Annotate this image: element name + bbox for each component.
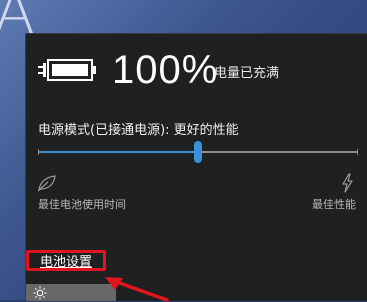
battery-flyout: 100% 电量已充满 电源模式(已接通电源): 更好的性能 最佳电池使用时间 最… bbox=[25, 33, 367, 302]
slider-min-label: 最佳电池使用时间 bbox=[38, 198, 126, 211]
battery-settings-link[interactable]: 电池设置 bbox=[26, 250, 106, 271]
brightness-sun-icon bbox=[33, 286, 47, 300]
battery-full-icon bbox=[38, 59, 96, 81]
slider-tick-max bbox=[357, 149, 358, 155]
power-mode-slider[interactable] bbox=[38, 139, 358, 163]
slider-fill bbox=[38, 151, 198, 153]
slider-thumb[interactable] bbox=[194, 141, 202, 163]
slider-tick-min bbox=[38, 149, 39, 155]
lightning-bolt-icon bbox=[342, 173, 353, 193]
leaf-icon bbox=[37, 175, 56, 192]
battery-percentage: 100% bbox=[112, 48, 219, 92]
red-arrow-annotation bbox=[105, 277, 169, 302]
slider-max-label: 最佳性能 bbox=[312, 198, 356, 211]
power-mode-label: 电源模式(已接通电源): 更好的性能 bbox=[38, 123, 239, 138]
charge-status-text: 电量已充满 bbox=[214, 66, 280, 81]
battery-status-row: 100% bbox=[38, 50, 218, 90]
